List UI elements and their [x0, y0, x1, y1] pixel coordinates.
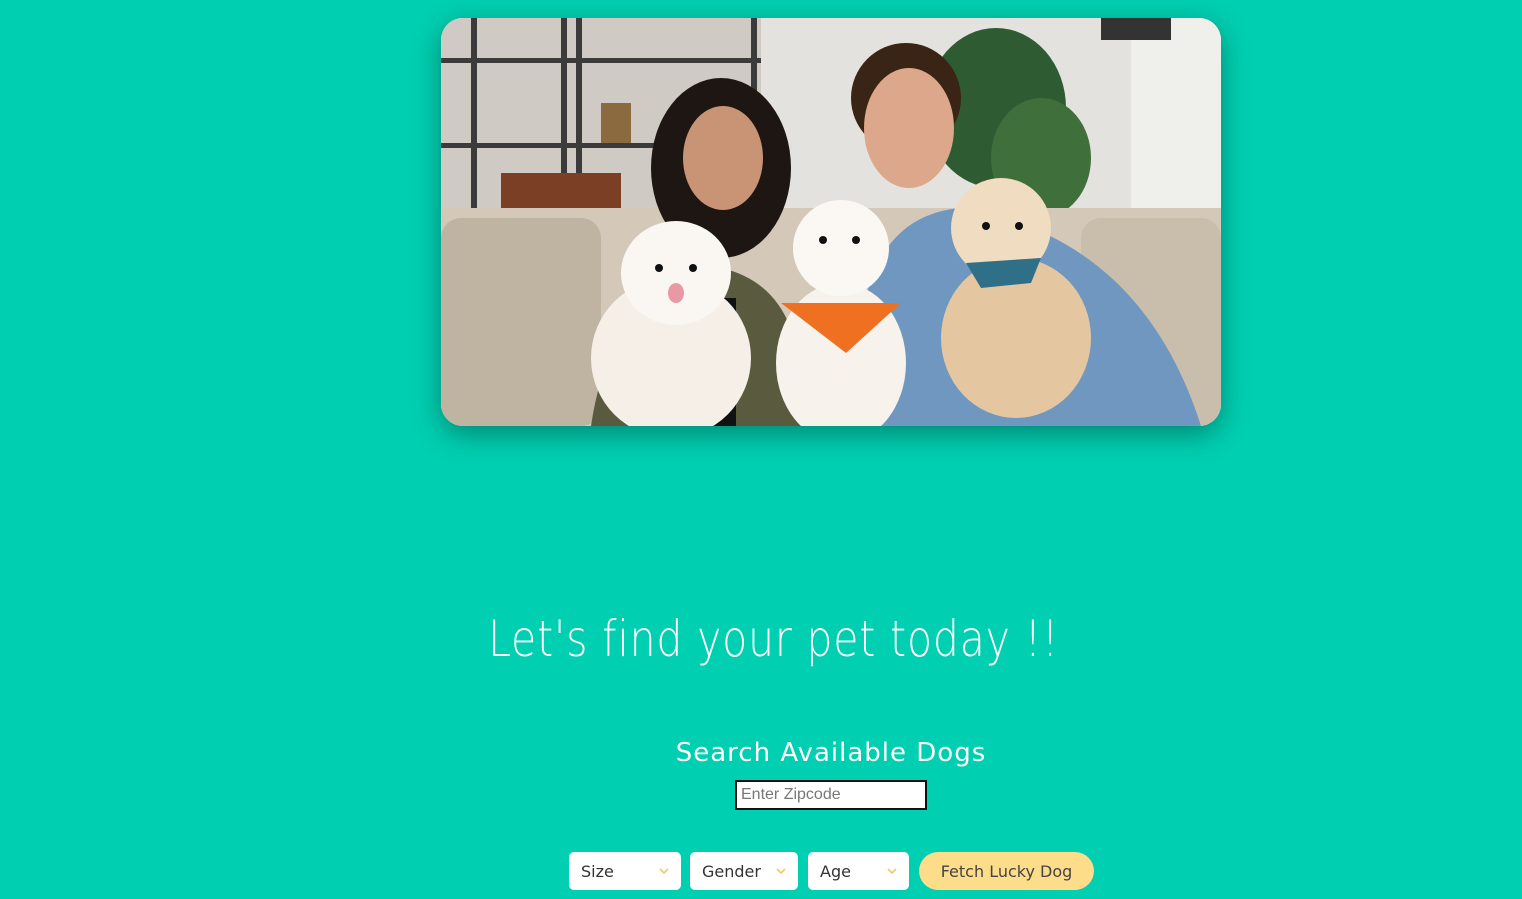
chevron-down-icon [776, 868, 786, 875]
hero-photo-illustration [441, 18, 1221, 426]
size-select[interactable]: Size [569, 852, 681, 890]
gender-select[interactable]: Gender [690, 852, 798, 890]
age-select-label: Age [820, 861, 851, 881]
age-select[interactable]: Age [808, 852, 909, 890]
hero-photo [441, 18, 1221, 426]
chevron-down-icon [659, 868, 669, 875]
size-select-label: Size [581, 861, 614, 881]
chevron-down-icon [887, 868, 897, 875]
fetch-lucky-dog-button[interactable]: Fetch Lucky Dog [919, 852, 1094, 890]
search-title: Search Available Dogs [675, 738, 987, 768]
zipcode-input[interactable] [735, 780, 927, 810]
page-tagline: Let's find your pet today !! [488, 610, 1060, 668]
page: Let's find your pet today !! Search Avai… [0, 0, 1522, 899]
gender-select-label: Gender [702, 861, 761, 881]
